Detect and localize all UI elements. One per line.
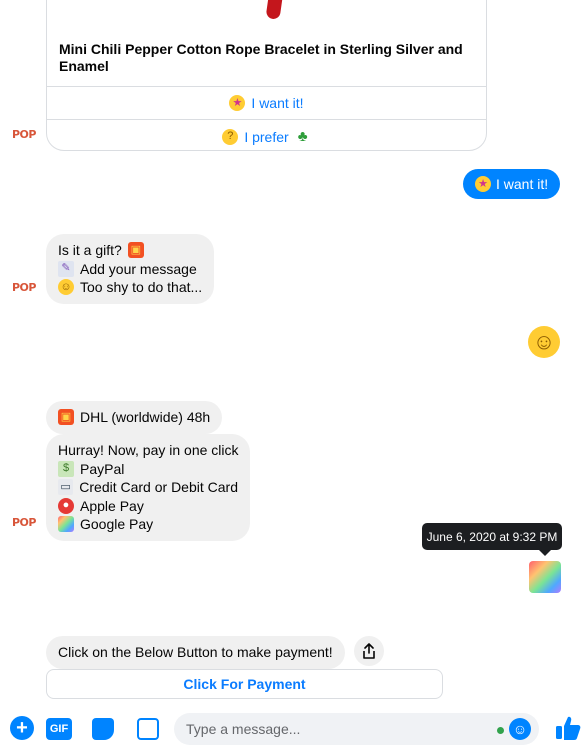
message-text: PayPal bbox=[80, 460, 125, 477]
click-for-payment-button[interactable]: Click For Payment bbox=[46, 669, 443, 699]
message-thread: Mini Chili Pepper Cotton Rope Bracelet i… bbox=[0, 0, 588, 706]
message-text: Click on the Below Button to make paymen… bbox=[58, 644, 333, 660]
incoming-message-bubble: Hurray! Now, pay in one click $ PayPal ▭… bbox=[46, 434, 250, 541]
star-struck-emoji-icon: ★ bbox=[229, 95, 246, 111]
apple-icon: ● bbox=[58, 497, 74, 514]
status-dot bbox=[497, 727, 504, 734]
i-prefer-button[interactable]: ? I prefer ♣ bbox=[47, 120, 486, 150]
message-text: Google Pay bbox=[80, 516, 154, 532]
memo-icon: ✎ bbox=[58, 260, 74, 277]
message-text: Is it a gift? bbox=[58, 242, 122, 258]
plus-icon[interactable]: + bbox=[10, 716, 34, 740]
rainbow-icon bbox=[58, 516, 74, 533]
message-composer: + GIF ☺ bbox=[0, 706, 588, 750]
money-icon: $ bbox=[58, 460, 74, 477]
image-icon[interactable] bbox=[137, 718, 159, 740]
message-text: I want it! bbox=[496, 176, 549, 192]
message-line: Is it a gift? ▣ bbox=[58, 241, 202, 260]
incoming-message-bubble: ▣ DHL (worldwide) 48h bbox=[46, 401, 223, 434]
thumbs-up-icon[interactable] bbox=[554, 714, 582, 742]
emoji-icon[interactable]: ☺ bbox=[509, 718, 531, 740]
message-line: ✎ Add your message bbox=[58, 260, 202, 279]
message-line: $ PayPal bbox=[58, 460, 238, 479]
outgoing-message-bubble: ★ I want it! bbox=[463, 169, 561, 199]
share-button[interactable] bbox=[354, 636, 384, 666]
message-text: DHL (worldwide) 48h bbox=[80, 409, 211, 425]
four-leaf-clover-icon: ♣ bbox=[297, 128, 308, 145]
share-icon bbox=[363, 643, 375, 659]
sticker-icon[interactable] bbox=[92, 718, 114, 740]
message-text: Apple Pay bbox=[80, 497, 144, 514]
smile-emoji-icon: ☺ bbox=[528, 326, 560, 358]
message-line: ▣ DHL (worldwide) 48h bbox=[58, 408, 210, 427]
i-want-it-button[interactable]: ★ I want it! bbox=[47, 87, 486, 120]
gift-icon: ▣ bbox=[127, 242, 144, 259]
thinking-emoji-icon: ? bbox=[222, 128, 239, 145]
gift-icon: ▣ bbox=[58, 409, 74, 426]
message-input[interactable] bbox=[174, 713, 474, 745]
product-image bbox=[47, 0, 486, 37]
incoming-message-bubble: Is it a gift? ▣ ✎ Add your message ☺ Too… bbox=[46, 234, 215, 304]
message-text: Too shy to do that... bbox=[80, 279, 203, 295]
message-text: Credit Card or Debit Card bbox=[79, 479, 238, 495]
avatar: POP bbox=[12, 281, 36, 294]
message-line: ☺ Too shy to do that... bbox=[58, 278, 202, 297]
avatar: POP bbox=[12, 516, 36, 529]
star-struck-emoji-icon: ★ bbox=[475, 176, 491, 192]
avatar: POP bbox=[12, 128, 36, 141]
credit-card-icon: ▭ bbox=[58, 479, 74, 496]
timestamp-tooltip: June 6, 2020 at 9:32 PM bbox=[422, 523, 562, 556]
incoming-message-bubble: Click on the Below Button to make paymen… bbox=[46, 636, 345, 669]
message-input-container: ☺ bbox=[174, 713, 539, 745]
chili-pepper-image bbox=[265, 0, 283, 20]
message-line: Click on the Below Button to make paymen… bbox=[58, 643, 333, 662]
thumbs-up-glyph bbox=[556, 716, 581, 740]
message-line: Google Pay bbox=[58, 515, 238, 534]
i-want-it-label: I want it! bbox=[251, 95, 304, 111]
smile-emoji-icon: ☺ bbox=[58, 279, 74, 296]
gif-button[interactable]: GIF bbox=[46, 718, 72, 740]
product-card: Mini Chili Pepper Cotton Rope Bracelet i… bbox=[46, 0, 487, 151]
product-title: Mini Chili Pepper Cotton Rope Bracelet i… bbox=[47, 37, 486, 87]
message-line: ● Apple Pay bbox=[58, 497, 238, 516]
message-line: Hurray! Now, pay in one click bbox=[58, 441, 239, 460]
rainbow-sticker[interactable] bbox=[529, 561, 561, 593]
i-prefer-label: I prefer bbox=[244, 128, 289, 145]
message-text: Add your message bbox=[80, 260, 197, 277]
message-text: Hurray! Now, pay in one click bbox=[58, 442, 239, 458]
message-line: ▭ Credit Card or Debit Card bbox=[58, 478, 238, 497]
